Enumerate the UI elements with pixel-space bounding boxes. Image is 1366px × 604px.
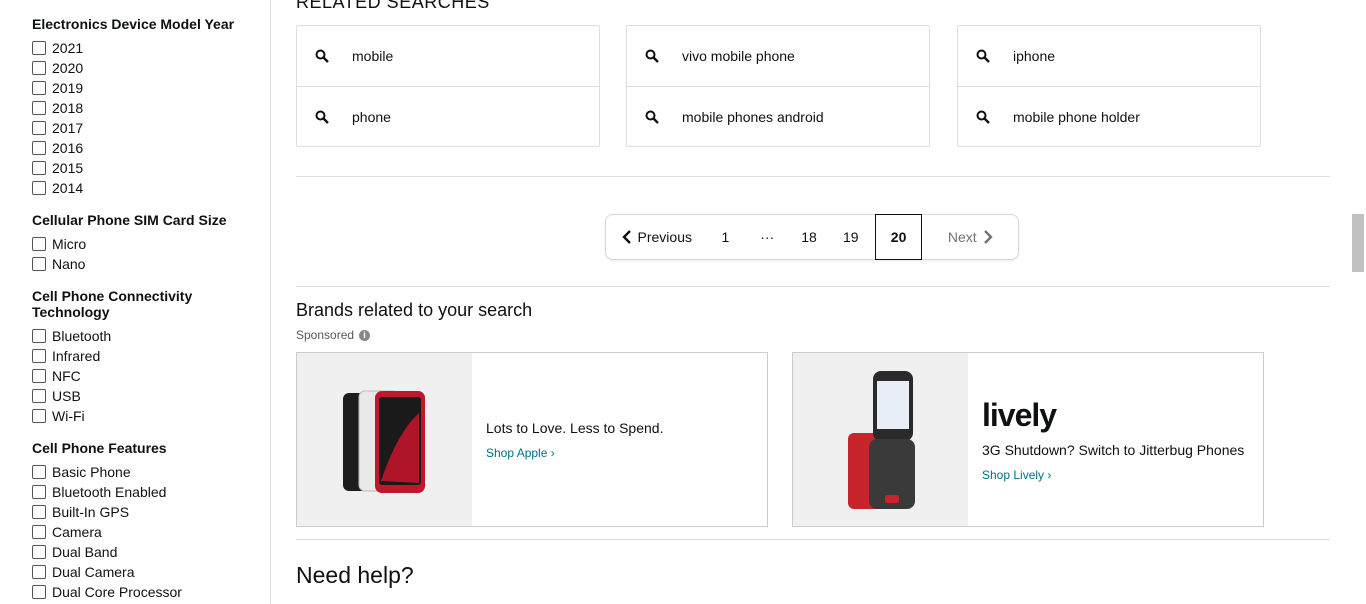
main-content: RELATED SEARCHES mobile phone vivo mobil… [296, 0, 1330, 604]
checkbox[interactable] [32, 329, 46, 343]
filter-option[interactable]: Bluetooth [32, 326, 232, 346]
search-icon [645, 49, 659, 63]
filter-section-sim-size: Cellular Phone SIM Card Size Micro Nano [0, 212, 227, 274]
related-search-link[interactable]: phone [297, 86, 599, 147]
pagination: Previous 1 ··· 18 19 20 Next [605, 214, 1019, 260]
filter-option[interactable]: 2020 [32, 58, 234, 78]
filter-option[interactable]: 2015 [32, 158, 234, 178]
flip-phone-image [848, 371, 915, 509]
brand-tagline: 3G Shutdown? Switch to Jitterbug Phones [982, 442, 1245, 458]
divider [296, 176, 1330, 177]
filter-option[interactable]: 2017 [32, 118, 234, 138]
filter-heading: Cell Phone Connectivity Technology [32, 288, 193, 320]
filter-option[interactable]: Built-In GPS [32, 502, 182, 522]
checkbox[interactable] [32, 409, 46, 423]
chevron-left-icon [621, 230, 631, 244]
checkbox[interactable] [32, 525, 46, 539]
filter-option[interactable]: 2014 [32, 178, 234, 198]
filter-option[interactable]: Dual Band [32, 542, 182, 562]
lively-logo: lively [982, 397, 1057, 433]
divider [296, 539, 1330, 540]
related-searches-column: mobile phone [296, 25, 600, 147]
info-icon[interactable]: i [359, 329, 371, 341]
current-page: 20 [874, 214, 923, 260]
shop-lively-link[interactable]: Shop Lively › [982, 468, 1244, 482]
filter-option[interactable]: 2019 [32, 78, 234, 98]
related-searches-column: iphone mobile phone holder [957, 25, 1261, 147]
related-search-link[interactable]: iphone [958, 26, 1260, 86]
product-image-iphones[interactable] [297, 353, 472, 526]
need-help-heading: Need help? [296, 562, 414, 588]
filter-option[interactable]: Dual Core Processor [32, 582, 182, 602]
checkbox[interactable] [32, 349, 46, 363]
page-19-link[interactable]: 19 [827, 215, 875, 259]
filter-option[interactable]: Bluetooth Enabled [32, 482, 182, 502]
related-search-link[interactable]: mobile phones android [627, 86, 929, 147]
iphone-image [343, 390, 425, 493]
checkbox[interactable] [32, 545, 46, 559]
filter-heading: Cell Phone Features [32, 440, 167, 456]
filter-option[interactable]: NFC [32, 366, 232, 386]
checkbox[interactable] [32, 389, 46, 403]
checkbox[interactable] [32, 585, 46, 599]
brand-tagline: Lots to Love. Less to Spend. [486, 419, 664, 436]
filter-option[interactable]: Infrared [32, 346, 232, 366]
related-searches-title: RELATED SEARCHES [296, 0, 490, 12]
filter-option[interactable]: 2018 [32, 98, 234, 118]
checkbox[interactable] [32, 565, 46, 579]
checkbox[interactable] [32, 141, 46, 155]
checkbox[interactable] [32, 81, 46, 95]
filter-option[interactable]: Camera [32, 522, 182, 542]
checkbox[interactable] [32, 257, 46, 271]
search-icon [976, 49, 990, 63]
checkbox[interactable] [32, 121, 46, 135]
product-image-flip-phone[interactable] [793, 353, 968, 526]
checkbox[interactable] [32, 101, 46, 115]
filter-option[interactable]: Basic Phone [32, 462, 182, 482]
filter-option[interactable]: Nano [32, 254, 227, 274]
checkbox[interactable] [32, 181, 46, 195]
checkbox[interactable] [32, 485, 46, 499]
checkbox[interactable] [32, 369, 46, 383]
checkbox[interactable] [32, 505, 46, 519]
related-search-link[interactable]: mobile phone holder [958, 86, 1260, 147]
divider [296, 286, 1330, 287]
next-page-button[interactable]: Next [922, 215, 1018, 259]
page-18-link[interactable]: 18 [791, 215, 827, 259]
search-icon [315, 49, 329, 63]
brand-card-lively[interactable]: lively 3G Shutdown? Switch to Jitterbug … [792, 352, 1264, 527]
checkbox[interactable] [32, 465, 46, 479]
filter-option[interactable]: Wi-Fi [32, 406, 232, 426]
filter-section-connectivity: Cell Phone Connectivity Technology Bluet… [0, 288, 232, 426]
sponsored-label[interactable]: Sponsored i [296, 328, 371, 342]
pagination-ellipsis: ··· [760, 229, 775, 245]
search-icon [315, 110, 329, 124]
filter-heading: Cellular Phone SIM Card Size [32, 212, 227, 228]
filter-section-model-year: Electronics Device Model Year 2021 2020 … [0, 16, 234, 198]
checkbox[interactable] [32, 237, 46, 251]
filter-section-features: Cell Phone Features Basic Phone Bluetoot… [0, 440, 182, 602]
scrollbar-thumb[interactable] [1352, 214, 1364, 272]
related-search-link[interactable]: vivo mobile phone [627, 26, 929, 86]
brands-section-title: Brands related to your search [296, 300, 533, 320]
checkbox[interactable] [32, 161, 46, 175]
checkbox[interactable] [32, 41, 46, 55]
related-searches-column: vivo mobile phone mobile phones android [626, 25, 930, 147]
filter-option[interactable]: 2021 [32, 38, 234, 58]
filter-option[interactable]: Dual Camera [32, 562, 182, 582]
filter-heading: Electronics Device Model Year [32, 16, 235, 32]
previous-page-button[interactable]: Previous [606, 215, 708, 259]
shop-apple-link[interactable]: Shop Apple › [486, 446, 663, 460]
filter-option[interactable]: Micro [32, 234, 227, 254]
search-icon [976, 110, 990, 124]
filter-sidebar: Electronics Device Model Year 2021 2020 … [0, 0, 271, 604]
related-search-link[interactable]: mobile [297, 26, 599, 86]
filter-option[interactable]: 2016 [32, 138, 234, 158]
page-1-link[interactable]: 1 [708, 215, 744, 259]
checkbox[interactable] [32, 61, 46, 75]
filter-option[interactable]: USB [32, 386, 232, 406]
brand-card-apple[interactable]: Lots to Love. Less to Spend. Shop Apple … [296, 352, 768, 527]
search-icon [645, 110, 659, 124]
chevron-right-icon [983, 230, 993, 244]
